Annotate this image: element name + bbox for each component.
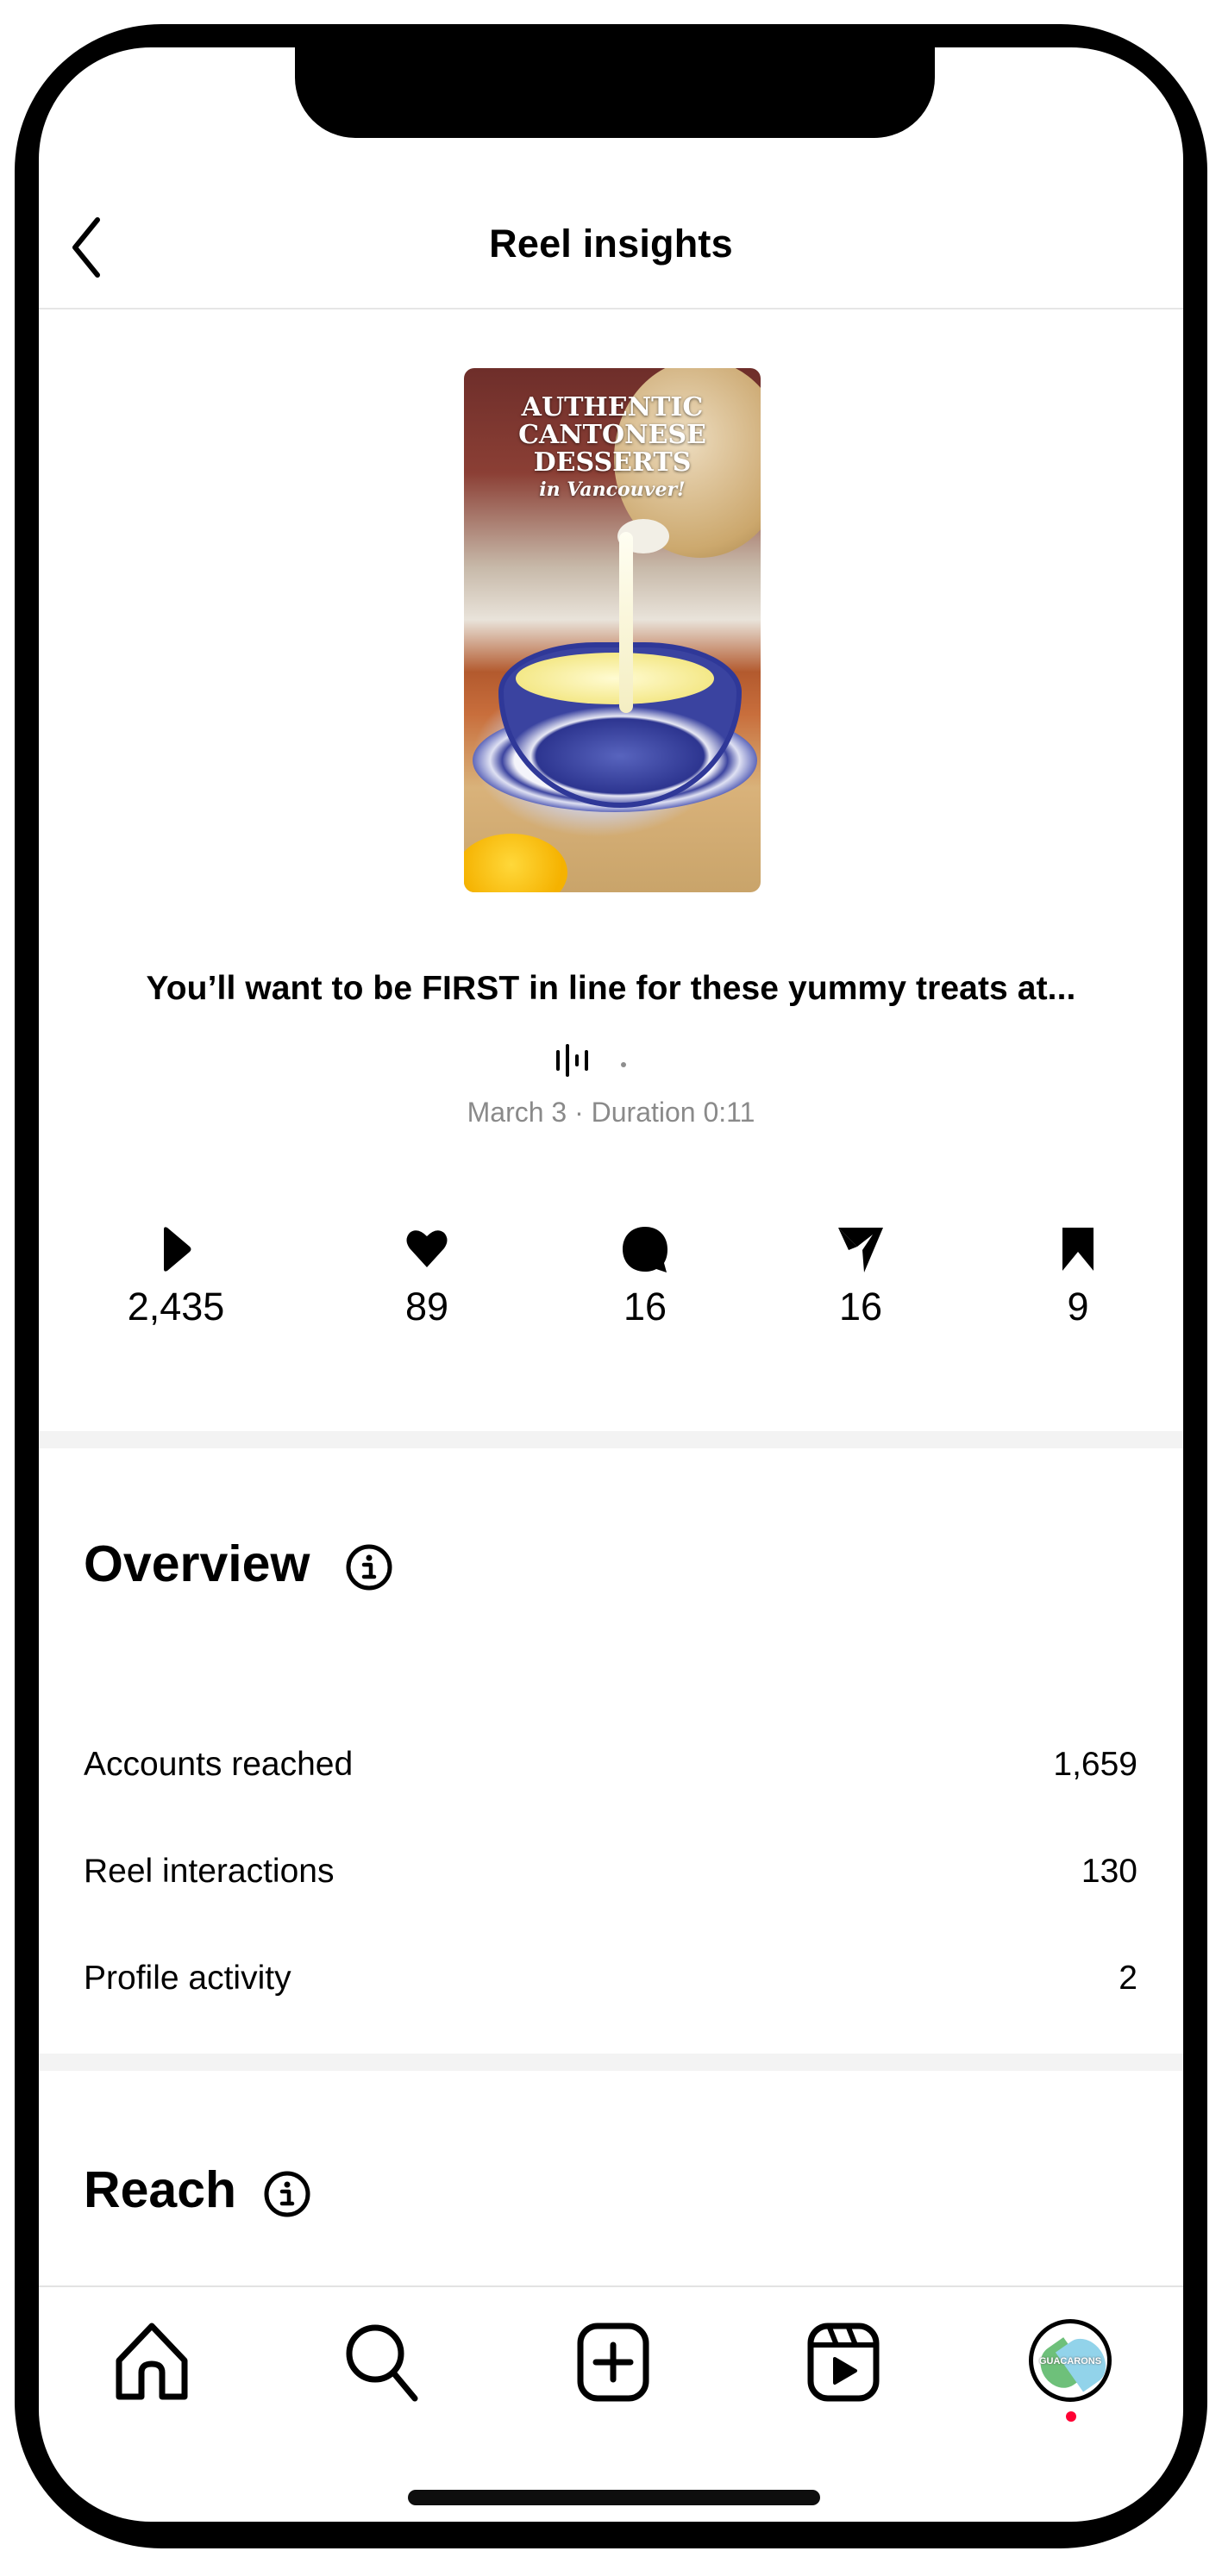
section-divider bbox=[39, 2054, 1183, 2071]
search-icon bbox=[346, 2324, 418, 2402]
thumbnail-overlay-text: AUTHENTIC CANTONESE DESSERTS in Vancouve… bbox=[464, 394, 761, 503]
row-label: Reel interactions bbox=[84, 1853, 335, 1890]
thumbnail-line-3: DESSERTS bbox=[533, 447, 692, 478]
thumbnail-mango bbox=[464, 834, 567, 892]
stat-shares[interactable]: 16 bbox=[774, 1224, 947, 1329]
thumbnail-stream bbox=[619, 532, 633, 713]
separator-dot bbox=[621, 1062, 626, 1067]
row-value: 130 bbox=[1081, 1853, 1137, 1890]
row-value: 1,659 bbox=[1053, 1746, 1137, 1783]
create-plus-icon bbox=[577, 2323, 649, 2402]
stat-value: 16 bbox=[838, 1285, 883, 1329]
row-label: Accounts reached bbox=[84, 1746, 354, 1783]
reel-meta: March 3 · Duration 0:11 bbox=[467, 1097, 755, 1128]
audio-row bbox=[0, 1043, 1222, 1078]
stat-likes[interactable]: 89 bbox=[341, 1224, 513, 1329]
home-indicator bbox=[408, 2490, 820, 2505]
nav-profile-avatar[interactable]: GUACARONS bbox=[1029, 2319, 1112, 2402]
page-title: Reel insights bbox=[489, 222, 733, 266]
stat-saves[interactable]: 9 bbox=[992, 1224, 1164, 1329]
comment-icon bbox=[623, 1227, 667, 1272]
row-label: Profile activity bbox=[84, 1960, 291, 1997]
thumbnail-line-1: AUTHENTIC bbox=[521, 392, 704, 422]
section-divider bbox=[39, 1431, 1183, 1448]
bookmark-icon bbox=[1062, 1228, 1094, 1271]
nav-create[interactable] bbox=[570, 2319, 656, 2405]
stat-value: 89 bbox=[404, 1285, 449, 1329]
share-icon bbox=[838, 1228, 883, 1272]
bottom-nav-divider bbox=[39, 2285, 1183, 2287]
reel-thumbnail[interactable]: AUTHENTIC CANTONESE DESSERTS in Vancouve… bbox=[464, 368, 761, 892]
notification-dot bbox=[1066, 2411, 1076, 2422]
stat-value: 9 bbox=[1067, 1285, 1089, 1329]
reach-title: Reach bbox=[84, 2161, 237, 2218]
nav-search[interactable] bbox=[339, 2319, 425, 2405]
info-icon[interactable] bbox=[263, 2170, 311, 2218]
stat-value: 2,435 bbox=[127, 1285, 225, 1329]
play-icon bbox=[164, 1227, 191, 1272]
stat-plays[interactable]: 2,435 bbox=[90, 1224, 262, 1329]
reels-icon bbox=[807, 2323, 880, 2402]
overview-title: Overview bbox=[84, 1535, 310, 1592]
notch bbox=[295, 47, 935, 138]
stat-comments[interactable]: 16 bbox=[559, 1224, 731, 1329]
stat-value: 16 bbox=[623, 1285, 667, 1329]
header: Reel insights bbox=[39, 185, 1183, 309]
nav-home[interactable] bbox=[109, 2319, 195, 2405]
thumbnail-custard bbox=[516, 653, 714, 704]
avatar-text: GUACARONS bbox=[1038, 2356, 1102, 2367]
audio-waveform-icon[interactable] bbox=[555, 1043, 592, 1078]
nav-reels[interactable] bbox=[800, 2319, 887, 2405]
home-icon bbox=[116, 2323, 188, 2400]
row-value: 2 bbox=[1119, 1960, 1137, 1997]
heart-icon bbox=[406, 1230, 448, 1267]
thumbnail-line-4: in Vancouver! bbox=[539, 478, 686, 501]
thumbnail-line-2: CANTONESE bbox=[518, 420, 706, 450]
reel-caption: You’ll want to be FIRST in line for thes… bbox=[146, 970, 1076, 1007]
info-icon[interactable] bbox=[345, 1543, 393, 1591]
